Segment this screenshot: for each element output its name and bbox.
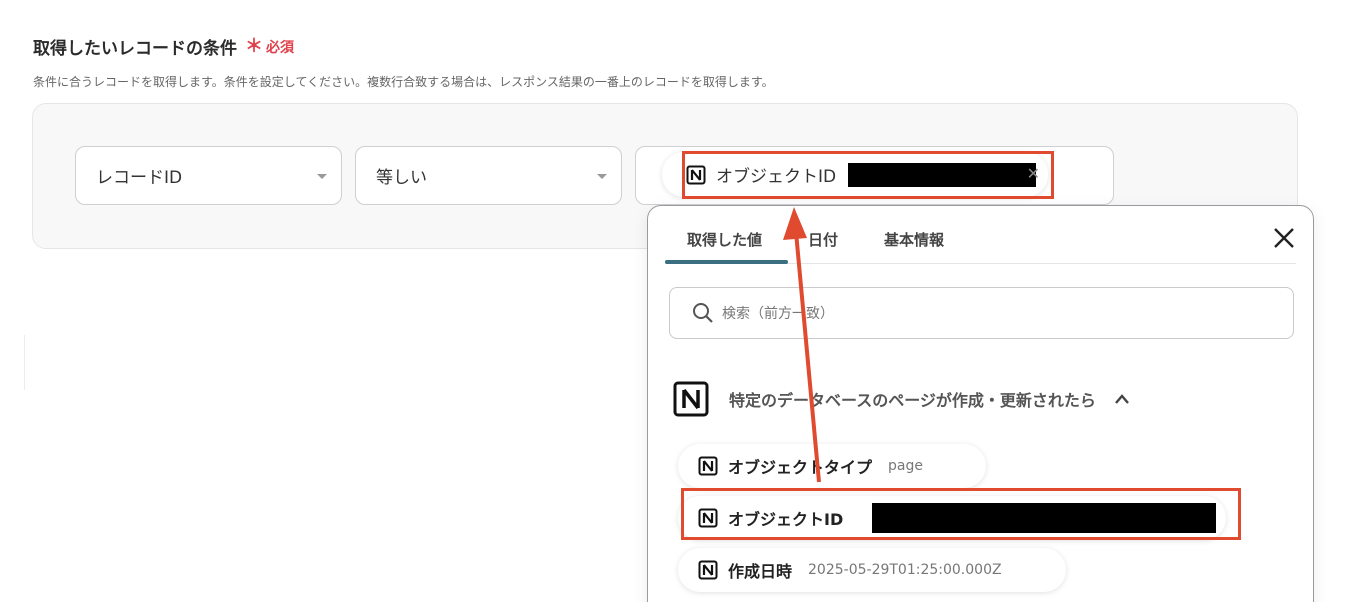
annotation-arrow bbox=[783, 207, 821, 483]
